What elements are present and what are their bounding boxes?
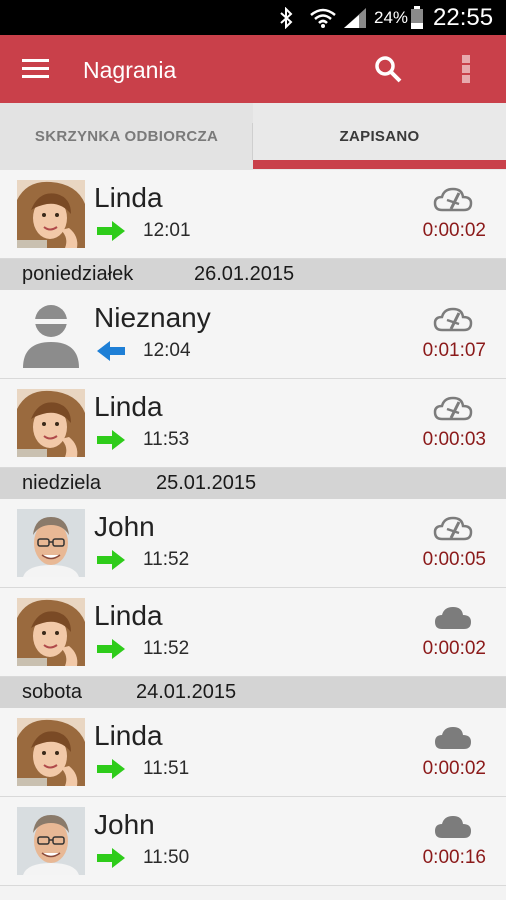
avatar [17,718,85,786]
cloud-icon[interactable] [433,604,473,632]
bluetooth-icon [279,0,299,35]
call-duration: 0:00:05 [422,549,486,570]
recording-row[interactable]: Linda 11:52 0:00:02 [0,588,506,677]
date-header: niedziela 25.01.2015 [0,468,506,499]
cloud-icon[interactable] [433,813,473,841]
cloud-crossed-icon[interactable] [433,306,473,334]
contact-name: Linda [94,182,163,213]
call-time: 12:01 [143,220,191,241]
contact-name: Linda [94,391,163,422]
call-time: 11:52 [143,549,190,570]
header-day: sobota [22,681,83,703]
recording-row[interactable]: Nieznany 12:04 0:01:07 [0,290,506,379]
app-bar: Nagrania [0,35,506,103]
avatar [17,180,85,248]
call-time: 11:52 [143,638,190,659]
contact-name: John [94,511,155,542]
status-bar: 24% 22:55 [0,0,506,35]
page-title: Nagrania [83,57,177,83]
header-day: poniedziałek [22,263,134,285]
call-duration: 0:00:16 [422,847,486,868]
cloud-crossed-icon[interactable] [433,515,473,543]
wifi-icon [309,0,337,35]
recording-row[interactable]: John 11:50 0:00:16 [0,797,506,886]
menu-icon[interactable] [18,55,54,83]
clock: 22:55 [433,3,494,31]
search-icon[interactable] [371,52,405,86]
call-duration: 0:00:02 [422,220,486,241]
cloud-icon[interactable] [433,724,473,752]
call-time: 11:51 [143,758,190,779]
outgoing-arrow-icon [96,429,126,451]
outgoing-arrow-icon [96,758,126,780]
date-header: poniedziałek 26.01.2015 [0,259,506,290]
header-day: niedziela [22,472,101,494]
contact-name: Nieznany [94,302,211,333]
signal-icon [343,0,367,35]
call-duration: 0:01:07 [422,340,486,361]
battery-percent: 24% [374,7,409,27]
cloud-crossed-icon[interactable] [433,395,473,423]
outgoing-arrow-icon [96,220,126,242]
outgoing-arrow-icon [96,638,126,660]
recordings-list: Linda 12:01 0:00:02 poniedziałek 26.01.2015 N… [0,170,506,886]
tab-inbox[interactable]: SKRZYNKA ODBIORCZA [0,103,253,170]
outgoing-arrow-icon [96,847,126,869]
avatar [17,598,85,666]
call-duration: 0:00:02 [422,758,486,779]
call-time: 12:04 [143,340,191,361]
header-date: 24.01.2015 [136,681,237,703]
battery-icon [410,0,424,35]
contact-name: Linda [94,720,163,751]
contact-name: Linda [94,600,163,631]
contact-name: John [94,809,155,840]
incoming-arrow-icon [96,340,126,362]
recording-row[interactable]: John 11:52 0:00:05 [0,499,506,588]
recording-row[interactable]: Linda 12:01 0:00:02 [0,170,506,259]
call-duration: 0:00:03 [422,429,486,450]
avatar [17,807,85,875]
recording-row[interactable]: Linda 11:53 0:00:03 [0,379,506,468]
outgoing-arrow-icon [96,549,126,571]
cloud-crossed-icon[interactable] [433,186,473,214]
call-time: 11:50 [143,847,190,868]
date-header: sobota 24.01.2015 [0,677,506,708]
avatar [17,389,85,457]
header-date: 26.01.2015 [194,263,295,285]
call-time: 11:53 [143,429,190,450]
call-duration: 0:00:02 [422,638,486,659]
unknown-avatar-icon [17,300,85,368]
more-icon[interactable] [452,52,480,86]
header-date: 25.01.2015 [156,472,257,494]
avatar [17,509,85,577]
recording-row[interactable]: Linda 11:51 0:00:02 [0,708,506,797]
tab-indicator [253,160,506,169]
